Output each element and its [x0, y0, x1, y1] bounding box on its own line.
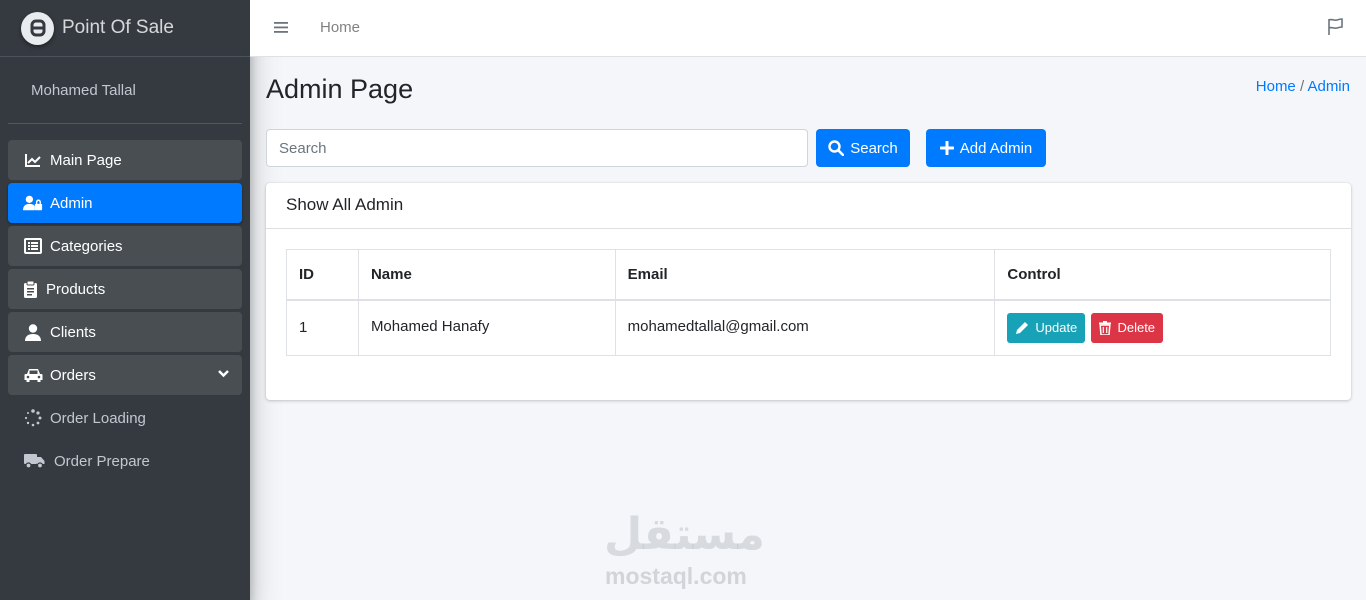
sidebar: Point Of Sale Mohamed Tallal Main Page A…	[0, 0, 250, 600]
update-button[interactable]: Update	[1007, 312, 1086, 343]
logo-icon	[21, 11, 54, 45]
car-icon	[23, 365, 43, 385]
chart-line-icon	[23, 150, 43, 170]
clipboard-icon	[23, 279, 37, 299]
breadcrumb-current[interactable]: Admin	[1307, 78, 1350, 95]
search-input[interactable]	[266, 129, 808, 167]
sidebar-item-label: Main Page	[50, 151, 122, 169]
user-panel[interactable]: Mohamed Tallal	[8, 57, 242, 124]
cell-email: mohamedtallal@gmail.com	[614, 299, 996, 356]
sidebar-item-main-page[interactable]: Main Page	[8, 140, 242, 180]
brand-name: Point Of Sale	[62, 17, 174, 38]
sidebar-item-categories[interactable]: Categories	[8, 226, 242, 266]
user-name: Mohamed Tallal	[31, 81, 136, 99]
sidebar-item-label: Admin	[50, 194, 93, 212]
menu-icon[interactable]	[274, 21, 288, 39]
breadcrumb-home[interactable]: Home	[1256, 78, 1296, 95]
sidebar-item-label: Orders	[50, 366, 96, 384]
plus-icon	[939, 141, 954, 155]
brand-link[interactable]: Point Of Sale	[0, 0, 250, 57]
breadcrumb: Home / Admin	[1256, 78, 1350, 95]
column-header-control: Control	[994, 249, 1331, 301]
sidebar-nav: Main Page Admin Categories Products Clie…	[8, 140, 242, 484]
table-row: 1 Mohamed Hanafy mohamedtallal@gmail.com…	[286, 299, 1331, 356]
cell-id: 1	[286, 299, 359, 356]
admin-card: Show All Admin ID Name Email Control 1 M…	[266, 183, 1351, 400]
search-button-label: Search	[850, 139, 898, 157]
chevron-down-icon[interactable]	[217, 367, 230, 384]
list-icon	[23, 236, 43, 256]
watermark-arabic: مستقل	[604, 510, 765, 559]
add-admin-button[interactable]: Add Admin	[926, 129, 1046, 167]
user-lock-icon	[23, 193, 43, 213]
cell-name: Mohamed Hanafy	[357, 299, 616, 356]
sidebar-item-label: Categories	[50, 237, 123, 255]
sidebar-item-order-prepare[interactable]: Order Prepare	[8, 441, 242, 481]
sidebar-item-clients[interactable]: Clients	[8, 312, 242, 352]
search-icon	[828, 140, 845, 156]
top-navbar: Home	[250, 0, 1366, 57]
sidebar-item-admin[interactable]: Admin	[8, 183, 242, 223]
sidebar-item-label: Order Prepare	[54, 452, 150, 470]
page-title: Admin Page	[266, 74, 414, 104]
cell-control: Update Delete	[994, 299, 1331, 356]
top-home-link[interactable]: Home	[320, 19, 360, 36]
update-button-label: Update	[1035, 320, 1078, 336]
breadcrumb-separator: /	[1299, 78, 1305, 95]
spinner-icon	[23, 408, 43, 428]
trash-icon	[1099, 320, 1112, 335]
delete-button-label: Delete	[1117, 320, 1156, 336]
pencil-icon	[1016, 321, 1029, 334]
watermark-latin: mostaql.com	[605, 563, 747, 589]
sidebar-item-label: Clients	[50, 323, 96, 341]
sidebar-item-order-loading[interactable]: Order Loading	[8, 398, 242, 438]
table-header-row: ID Name Email Control	[286, 249, 1331, 301]
flag-icon[interactable]	[1327, 18, 1344, 41]
column-header-name: Name	[357, 249, 616, 301]
column-header-id: ID	[286, 249, 359, 301]
sidebar-item-label: Order Loading	[50, 409, 146, 427]
sidebar-item-orders[interactable]: Orders	[8, 355, 242, 395]
column-header-email: Email	[614, 249, 996, 301]
add-admin-label: Add Admin	[959, 139, 1033, 157]
delete-button[interactable]: Delete	[1091, 312, 1164, 343]
admin-table: ID Name Email Control 1 Mohamed Hanafy m…	[286, 249, 1331, 356]
truck-icon	[23, 451, 47, 471]
card-title: Show All Admin	[266, 183, 1351, 229]
user-icon	[23, 322, 43, 342]
sidebar-item-products[interactable]: Products	[8, 269, 242, 309]
search-button[interactable]: Search	[816, 129, 910, 167]
sidebar-item-label: Products	[46, 280, 106, 298]
